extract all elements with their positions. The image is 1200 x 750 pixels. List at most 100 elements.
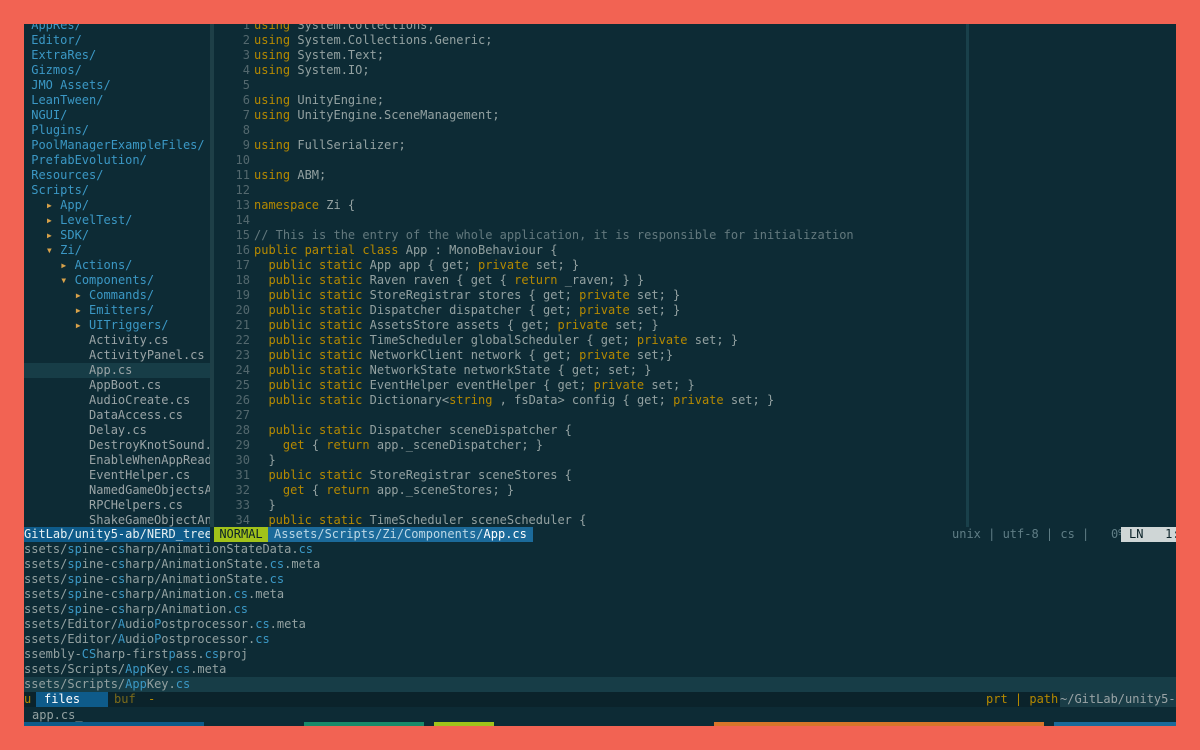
tree-dir[interactable]: ▸ Commands/ — [24, 288, 210, 303]
tree-dir[interactable]: ▸ Emitters/ — [24, 303, 210, 318]
code-line[interactable]: using System.Text; — [254, 48, 854, 63]
tree-dir[interactable]: ▾ Components/ — [24, 273, 210, 288]
code-line[interactable]: public partial class App : MonoBehaviour… — [254, 243, 854, 258]
code-line[interactable]: // This is the entry of the whole applic… — [254, 228, 854, 243]
tree-dir[interactable]: Editor/ — [24, 33, 210, 48]
code-line[interactable] — [254, 213, 854, 228]
code-line[interactable]: using UnityEngine.SceneManagement; — [254, 108, 854, 123]
code-line[interactable]: namespace Zi { — [254, 198, 854, 213]
caret-down-icon[interactable]: ▾ — [60, 273, 67, 287]
fuzzy-finder-results[interactable]: ssets/spine-csharp/AnimationStateData.cs… — [24, 542, 1176, 692]
code-line[interactable] — [254, 78, 854, 93]
code-line[interactable]: get { return app._sceneStores; } — [254, 483, 854, 498]
code-line[interactable]: public static StoreRegistrar sceneStores… — [254, 468, 854, 483]
code-line[interactable] — [254, 123, 854, 138]
tree-dir[interactable]: PoolManagerExampleFiles/ — [24, 138, 210, 153]
code-line[interactable]: public static Dispatcher dispatcher { ge… — [254, 303, 854, 318]
tree-dir[interactable]: ▸ SDK/ — [24, 228, 210, 243]
tree-dir[interactable]: ▸ Actions/ — [24, 258, 210, 273]
result-item[interactable]: ssets/spine-csharp/AnimationStateData.cs — [24, 542, 1176, 557]
tree-file[interactable]: AppBoot.cs — [24, 378, 210, 393]
code-comment: // This is the entry of the whole applic… — [254, 228, 854, 242]
code-content[interactable]: using System.Collections; using System.Co… — [254, 24, 854, 528]
tree-file[interactable]: NamedGameObjectsAccess — [24, 483, 210, 498]
tree-dir[interactable]: ▸ LevelTest/ — [24, 213, 210, 228]
result-item[interactable]: ssets/Editor/AudioPostprocessor.cs — [24, 632, 1176, 647]
tab-files[interactable]: files — [36, 692, 108, 707]
caret-right-icon[interactable]: ▸ — [46, 198, 53, 212]
match-highlight: sp — [67, 572, 82, 586]
code-line[interactable]: public static App app { get; private set… — [254, 258, 854, 273]
tree-file[interactable]: EventHelper.cs — [24, 468, 210, 483]
tree-dir[interactable]: Plugins/ — [24, 123, 210, 138]
result-item[interactable]: ssets/spine-csharp/Animation.cs.meta — [24, 587, 1176, 602]
code-editor[interactable]: 1 2 3 4 5 6 7 8 9 10 11 12 13 14 15 16 17 18 19 20 21 22 23 24 2… — [214, 24, 1176, 528]
finder-prompt-input[interactable]: app.cs_ — [32, 708, 83, 723]
code-line[interactable]: public static NetworkState networkState … — [254, 363, 854, 378]
code-line[interactable]: public static EventHelper eventHelper { … — [254, 378, 854, 393]
caret-right-icon[interactable]: ▸ — [60, 258, 67, 272]
result-item[interactable]: ssembly-CSharp-firstpass.csproj — [24, 647, 1176, 662]
tree-dir[interactable]: ▸ App/ — [24, 198, 210, 213]
result-text: ssets/Editor/ — [24, 632, 118, 646]
code-line[interactable]: public static TimeScheduler sceneSchedul… — [254, 513, 854, 528]
code-line[interactable]: public static Raven raven { get { return… — [254, 273, 854, 288]
code-line[interactable]: using ABM; — [254, 168, 854, 183]
tree-dir[interactable]: ▾ Zi/ — [24, 243, 210, 258]
tree-dir[interactable]: JMO Assets/ — [24, 78, 210, 93]
tree-file[interactable]: ActivityPanel.cs — [24, 348, 210, 363]
code-line[interactable]: public static TimeScheduler globalSchedu… — [254, 333, 854, 348]
result-item[interactable]: ssets/Scripts/AppKey.cs.meta — [24, 662, 1176, 677]
tab-buf[interactable]: buf — [114, 692, 136, 707]
result-item[interactable]: ssets/Scripts/AppKey.cs — [24, 677, 1176, 692]
tree-file[interactable]: App.cs — [24, 363, 210, 378]
tree-file[interactable]: ShakeGameObjectAnimat — [24, 513, 210, 528]
tree-dir[interactable]: PrefabEvolution/ — [24, 153, 210, 168]
result-item[interactable]: ssets/spine-csharp/Animation.cs — [24, 602, 1176, 617]
line-number: 32 — [235, 483, 250, 497]
code-line[interactable] — [254, 153, 854, 168]
code-line[interactable]: using System.IO; — [254, 63, 854, 78]
code-line[interactable] — [254, 183, 854, 198]
tree-dir[interactable]: Gizmos/ — [24, 63, 210, 78]
code-line[interactable]: using UnityEngine; — [254, 93, 854, 108]
tree-dir[interactable]: NGUI/ — [24, 108, 210, 123]
tree-file[interactable]: Activity.cs — [24, 333, 210, 348]
line-number: 21 — [235, 318, 250, 332]
caret-right-icon[interactable]: ▸ — [46, 213, 53, 227]
code-line[interactable]: using System.Collections; — [254, 24, 854, 33]
caret-down-icon[interactable]: ▾ — [46, 243, 53, 257]
tree-dir[interactable]: LeanTween/ — [24, 93, 210, 108]
tree-dir[interactable]: Resources/ — [24, 168, 210, 183]
code-line[interactable]: public static Dictionary<string , fsData… — [254, 393, 854, 408]
tree-dir[interactable]: Scripts/ — [24, 183, 210, 198]
code-line[interactable]: using System.Collections.Generic; — [254, 33, 854, 48]
code-line[interactable]: } — [254, 498, 854, 513]
result-item[interactable]: ssets/Editor/AudioPostprocessor.cs.meta — [24, 617, 1176, 632]
tree-file[interactable]: DestroyKnotSound.cs — [24, 438, 210, 453]
code-line[interactable]: public static Dispatcher sceneDispatcher… — [254, 423, 854, 438]
result-item[interactable]: ssets/spine-csharp/AnimationState.cs.met… — [24, 557, 1176, 572]
result-item[interactable]: ssets/spine-csharp/AnimationState.cs — [24, 572, 1176, 587]
code-line[interactable]: public static NetworkClient network { ge… — [254, 348, 854, 363]
line-number: 3 — [242, 48, 250, 62]
caret-right-icon[interactable]: ▸ — [46, 228, 53, 242]
tree-dir[interactable]: ExtraRes/ — [24, 48, 210, 63]
code-line[interactable]: using FullSerializer; — [254, 138, 854, 153]
caret-right-icon[interactable]: ▸ — [75, 288, 82, 302]
tree-file[interactable]: DataAccess.cs — [24, 408, 210, 423]
tree-file[interactable]: RPCHelpers.cs — [24, 498, 210, 513]
tree-file[interactable]: Delay.cs — [24, 423, 210, 438]
tree-file[interactable]: EnableWhenAppReady.cs — [24, 453, 210, 468]
code-line[interactable]: public static StoreRegistrar stores { ge… — [254, 288, 854, 303]
tree-dir[interactable]: ▸ UITriggers/ — [24, 318, 210, 333]
code-line[interactable]: public static AssetsStore assets { get; … — [254, 318, 854, 333]
tree-file[interactable]: AudioCreate.cs — [24, 393, 210, 408]
caret-right-icon[interactable]: ▸ — [75, 303, 82, 317]
nerdtree-panel[interactable]: AppRes/ Editor/ ExtraRes/ Gizmos/ JMO As… — [24, 24, 210, 528]
code-line[interactable]: } — [254, 453, 854, 468]
tree-dir[interactable]: AppRes/ — [24, 24, 210, 33]
code-line[interactable]: get { return app._sceneDispatcher; } — [254, 438, 854, 453]
code-line[interactable] — [254, 408, 854, 423]
caret-right-icon[interactable]: ▸ — [75, 318, 82, 332]
